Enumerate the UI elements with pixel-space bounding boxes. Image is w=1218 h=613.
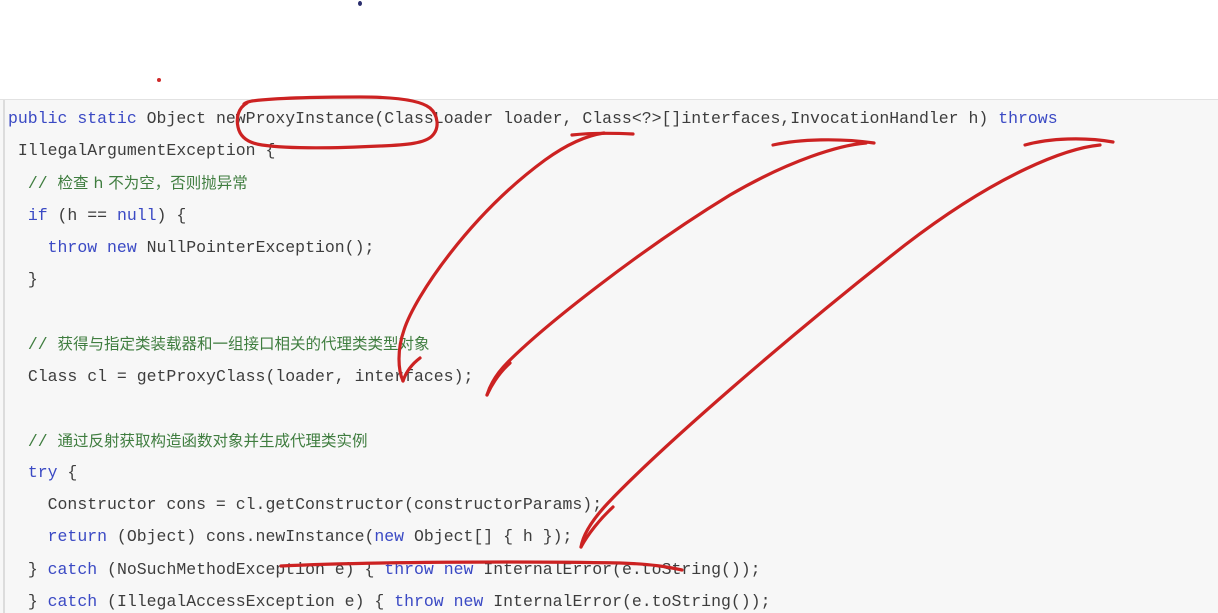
code-line: // 通过反射获取构造函数对象并生成代理类实例	[8, 425, 1218, 457]
code-token: ) {	[156, 205, 187, 225]
code-token: new	[453, 591, 484, 611]
code-gutter	[3, 100, 5, 613]
code-line: throw new NullPointerException();	[8, 232, 1218, 264]
code-token: (IllegalAccessException e) {	[97, 591, 395, 611]
code-token: //	[27, 431, 58, 451]
code-token: Class cl = getProxyClass(loader, interfa…	[27, 366, 474, 386]
code-token: NullPointerException();	[136, 237, 375, 257]
code-line: // 检查 h 不为空，否则抛异常	[8, 167, 1218, 199]
code-token: throws	[998, 109, 1058, 128]
code-token: catch	[47, 559, 98, 579]
code-token: catch	[47, 591, 98, 611]
code-line: } catch (IllegalAccessException e) { thr…	[8, 586, 1218, 613]
code-token: (h ==	[47, 205, 117, 225]
code-token: }	[27, 591, 48, 611]
code-token: InternalError(e.toString());	[473, 559, 761, 579]
code-token: IllegalArgumentException {	[17, 141, 276, 161]
stray-dot-red-icon	[157, 78, 161, 82]
code-token: }	[27, 269, 38, 289]
code-token: new	[374, 527, 405, 547]
code-token: 检查 h 不为空，否则抛异常	[57, 174, 248, 193]
stray-dot-blue-icon	[358, 1, 362, 6]
code-line: Class cl = getProxyClass(loader, interfa…	[8, 361, 1218, 393]
code-line: IllegalArgumentException {	[8, 135, 1218, 167]
code-token: new	[107, 237, 137, 257]
code-token: return	[47, 527, 108, 547]
code-token: }	[27, 559, 48, 579]
code-line: return (Object) cons.newInstance(new Obj…	[8, 521, 1218, 553]
code-token: if	[27, 205, 48, 225]
screenshot-canvas: public static Object newProxyInstance(Cl…	[0, 0, 1218, 613]
code-token: Constructor cons = cl.getConstructor(con…	[47, 495, 603, 515]
code-token: throw	[47, 237, 98, 257]
code-listing[interactable]: public static Object newProxyInstance(Cl…	[8, 103, 1218, 613]
code-token: null	[116, 205, 157, 225]
code-token: throw	[394, 591, 444, 611]
code-token: Object newProxyInstance(ClassLoader load…	[136, 109, 999, 128]
code-token: Object[] { h });	[404, 527, 573, 547]
code-token: (Object) cons.newInstance(	[107, 527, 375, 547]
code-token: try	[27, 463, 58, 483]
code-line: try {	[8, 457, 1218, 489]
code-line: if (h == null) {	[8, 200, 1218, 232]
code-line: // 获得与指定类装载器和一组接口相关的代理类类型对象	[8, 328, 1218, 360]
code-line: } catch (NoSuchMethodException e) { thro…	[8, 554, 1218, 586]
code-token: new	[443, 559, 474, 579]
code-token: throw	[384, 559, 434, 579]
code-token: (NoSuchMethodException e) {	[97, 559, 385, 579]
code-token: public	[8, 109, 68, 128]
code-line: public static Object newProxyInstance(Cl…	[8, 103, 1218, 135]
code-line: Constructor cons = cl.getConstructor(con…	[8, 489, 1218, 521]
code-token: //	[27, 335, 58, 355]
code-token: 通过反射获取构造函数对象并生成代理类实例	[57, 431, 368, 450]
code-line: }	[8, 264, 1218, 296]
code-token: static	[77, 109, 137, 128]
code-panel: public static Object newProxyInstance(Cl…	[0, 99, 1218, 613]
code-token: //	[27, 174, 58, 194]
code-token: InternalError(e.toString());	[483, 591, 771, 611]
code-token: {	[57, 463, 78, 483]
code-token: 获得与指定类装载器和一组接口相关的代理类类型对象	[57, 335, 430, 354]
